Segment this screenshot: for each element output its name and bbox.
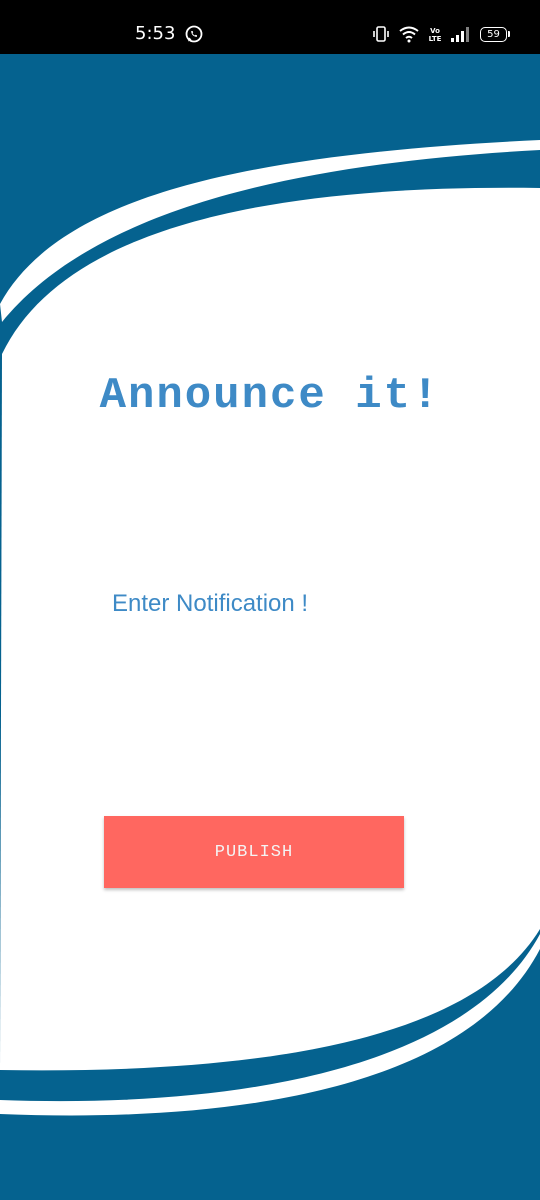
- vibrate-icon: [373, 26, 389, 42]
- volte-icon: Vo LTE: [429, 27, 442, 43]
- battery-icon: 59: [480, 26, 510, 43]
- page-title: Announce it!: [99, 371, 441, 421]
- status-bar: 5:53 Vo LTE 59: [0, 0, 540, 54]
- wifi-icon: [399, 26, 419, 43]
- signal-icon: [451, 27, 469, 42]
- whatsapp-icon: [185, 25, 203, 43]
- svg-text:LTE: LTE: [429, 35, 442, 43]
- wave-background: [0, 54, 540, 1200]
- status-icons: Vo LTE 59: [372, 22, 510, 46]
- announce-screen: Announce it! PUBLISH: [0, 54, 540, 1200]
- svg-text:Vo: Vo: [430, 27, 440, 35]
- battery-level: 59: [480, 26, 507, 42]
- notification-input[interactable]: [104, 582, 450, 626]
- status-time: 5:53: [135, 23, 176, 44]
- publish-button[interactable]: PUBLISH: [104, 816, 404, 888]
